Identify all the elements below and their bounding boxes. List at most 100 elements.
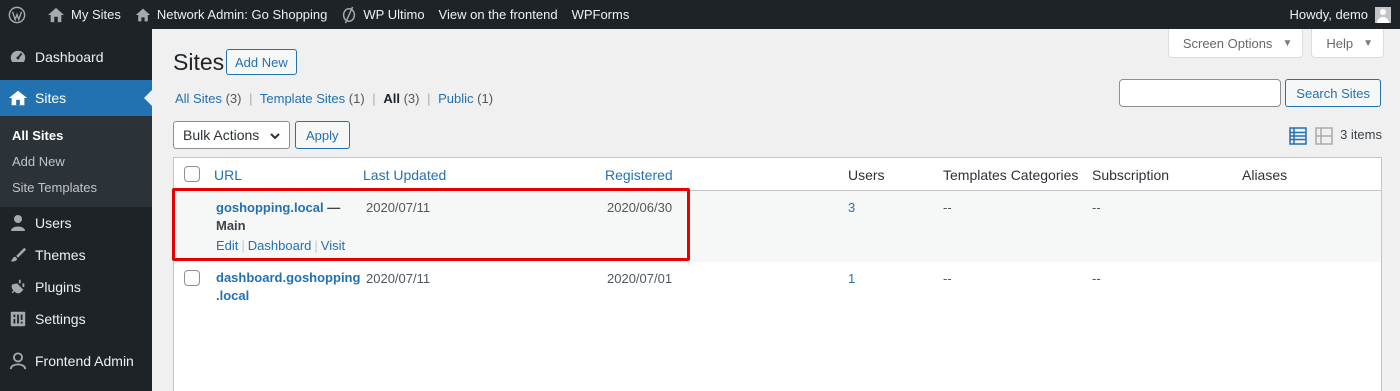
sidebar-item-frontend-admin[interactable]: Frontend Admin — [0, 345, 152, 377]
network-admin-menu[interactable]: Network Admin: Go Shopping — [128, 0, 335, 29]
view-switch — [1289, 127, 1333, 148]
registered-cell: 2020/06/30 — [607, 200, 673, 215]
filter-all-sites[interactable]: All Sites (3) — [175, 91, 241, 106]
wordpress-logo-icon[interactable] — [0, 0, 40, 29]
filter-label: Public — [438, 91, 474, 106]
filter-label: Template Sites — [259, 91, 346, 106]
site-url-line: .local — [216, 288, 250, 303]
last-updated-cell: 2020/07/11 — [366, 271, 431, 286]
users-icon — [8, 213, 28, 233]
sidebar-item-plugins[interactable]: Plugins — [0, 271, 152, 303]
add-new-button[interactable]: Add New — [226, 49, 297, 75]
home-icon — [135, 8, 151, 21]
items-count: 3 items — [1340, 127, 1382, 142]
table-row: dashboard.goshopping .local 2020/07/11 20… — [174, 262, 1381, 322]
sidebar-item-users[interactable]: Users — [0, 207, 152, 239]
admin-bar: My Sites Network Admin: Go Shopping WP U… — [0, 0, 1400, 29]
filter-public[interactable]: Public (1) — [438, 91, 493, 106]
row-checkbox[interactable] — [184, 270, 200, 286]
filter-label: All Sites — [175, 91, 222, 106]
edit-link[interactable]: Edit — [216, 238, 238, 253]
wp-ultimo-label: WP Ultimo — [363, 7, 425, 22]
search-sites-button[interactable]: Search Sites — [1285, 79, 1381, 107]
column-registered[interactable]: Registered — [605, 167, 673, 183]
wp-ultimo-menu[interactable]: WP Ultimo — [334, 0, 431, 29]
select-all-checkbox[interactable] — [184, 166, 200, 182]
submenu-all-sites[interactable]: All Sites — [0, 123, 152, 149]
table-header: URL Last Updated Registered Users Templa… — [174, 158, 1381, 191]
sidebar-item-settings[interactable]: Settings — [0, 303, 152, 335]
main-content: Screen Options ▼ Help ▼ Sites Add New Al… — [152, 29, 1400, 391]
site-url-line: dashboard.goshopping — [216, 270, 361, 285]
users-count-link[interactable]: 1 — [848, 271, 855, 286]
apply-button[interactable]: Apply — [295, 121, 350, 149]
dashboard-link[interactable]: Dashboard — [248, 238, 312, 253]
registered-cell: 2020/07/01 — [607, 271, 673, 286]
action-separator: | — [314, 238, 318, 253]
screen-options-button[interactable]: Screen Options ▼ — [1167, 29, 1304, 58]
subscription-cell: -- — [1092, 200, 1101, 215]
sidebar-item-label: Plugins — [35, 279, 81, 295]
site-url-link[interactable]: goshopping.local — [216, 200, 324, 215]
my-sites-label: My Sites — [71, 7, 121, 22]
screen-options-label: Screen Options — [1182, 35, 1273, 51]
page-title: Sites — [173, 49, 225, 75]
subscription-cell: -- — [1092, 271, 1101, 286]
site-url-cell: dashboard.goshopping .local — [216, 269, 360, 305]
filter-label: All — [383, 91, 400, 106]
my-sites-menu[interactable]: My Sites — [40, 0, 128, 29]
filter-separator: | — [249, 91, 253, 106]
column-users: Users — [848, 167, 885, 183]
filter-all[interactable]: All (3) — [383, 91, 419, 106]
list-view-icon[interactable] — [1289, 127, 1307, 148]
submenu-add-new[interactable]: Add New — [0, 149, 152, 175]
help-button[interactable]: Help ▼ — [1311, 29, 1384, 58]
sites-table: URL Last Updated Registered Users Templa… — [173, 157, 1382, 391]
visit-link[interactable]: Visit — [321, 238, 345, 253]
search-input[interactable] — [1119, 79, 1282, 107]
filter-separator: | — [427, 91, 431, 106]
sidebar-item-label: Sites — [35, 90, 67, 106]
caret-down-icon: ▼ — [1363, 37, 1373, 49]
column-aliases: Aliases — [1242, 167, 1288, 183]
sites-submenu: All Sites Add New Site Templates — [0, 116, 152, 207]
sidebar-item-sites[interactable]: Sites — [0, 80, 152, 116]
sites-icon — [8, 88, 28, 108]
sidebar-item-themes[interactable]: Themes — [0, 239, 152, 271]
dashboard-icon — [8, 47, 28, 67]
paintbrush-icon — [8, 245, 28, 265]
network-admin-label: Network Admin: Go Shopping — [156, 7, 328, 22]
wpforms-menu[interactable]: WPForms — [565, 0, 637, 29]
filter-count: (3) — [225, 91, 242, 106]
filter-separator: | — [372, 91, 376, 106]
column-templates-categories: Templates Categories — [943, 167, 1079, 183]
search-box: Search Sites — [1119, 79, 1381, 107]
frontend-admin-icon — [8, 351, 28, 371]
sidebar-item-label: Themes — [35, 247, 86, 263]
sidebar-item-label: Users — [35, 215, 72, 231]
account-menu[interactable]: Howdy, demo — [1282, 0, 1398, 29]
bulk-actions-select[interactable]: Bulk Actions — [173, 121, 290, 149]
filter-template-sites[interactable]: Template Sites (1) — [260, 91, 365, 106]
caret-down-icon: ▼ — [1282, 37, 1293, 49]
site-url-link[interactable]: dashboard.goshopping .local — [216, 270, 360, 303]
site-url-cell: goshopping.local — Main — [216, 199, 346, 235]
row-actions: Edit | Dashboard | Visit — [216, 238, 345, 253]
excerpt-view-icon[interactable] — [1315, 127, 1333, 148]
column-url[interactable]: URL — [214, 167, 242, 183]
column-subscription: Subscription — [1092, 167, 1170, 183]
users-count-link[interactable]: 3 — [848, 200, 855, 215]
sidebar-item-label: Dashboard — [35, 49, 104, 65]
sidebar-item-dashboard[interactable]: Dashboard — [0, 41, 152, 73]
filter-count: (1) — [348, 91, 365, 106]
templates-categories-cell: -- — [943, 200, 952, 215]
wp-ultimo-icon — [343, 6, 356, 23]
my-sites-icon — [48, 7, 64, 22]
help-label: Help — [1326, 35, 1354, 51]
view-frontend-link[interactable]: View on the frontend — [432, 0, 565, 29]
column-last-updated[interactable]: Last Updated — [363, 167, 446, 183]
submenu-site-templates[interactable]: Site Templates — [0, 175, 152, 201]
plugin-icon — [8, 277, 28, 297]
status-filters: All Sites (3) | Template Sites (1) | All… — [175, 91, 493, 106]
admin-sidebar: Dashboard Sites All Sites Add New Site T… — [0, 29, 152, 391]
